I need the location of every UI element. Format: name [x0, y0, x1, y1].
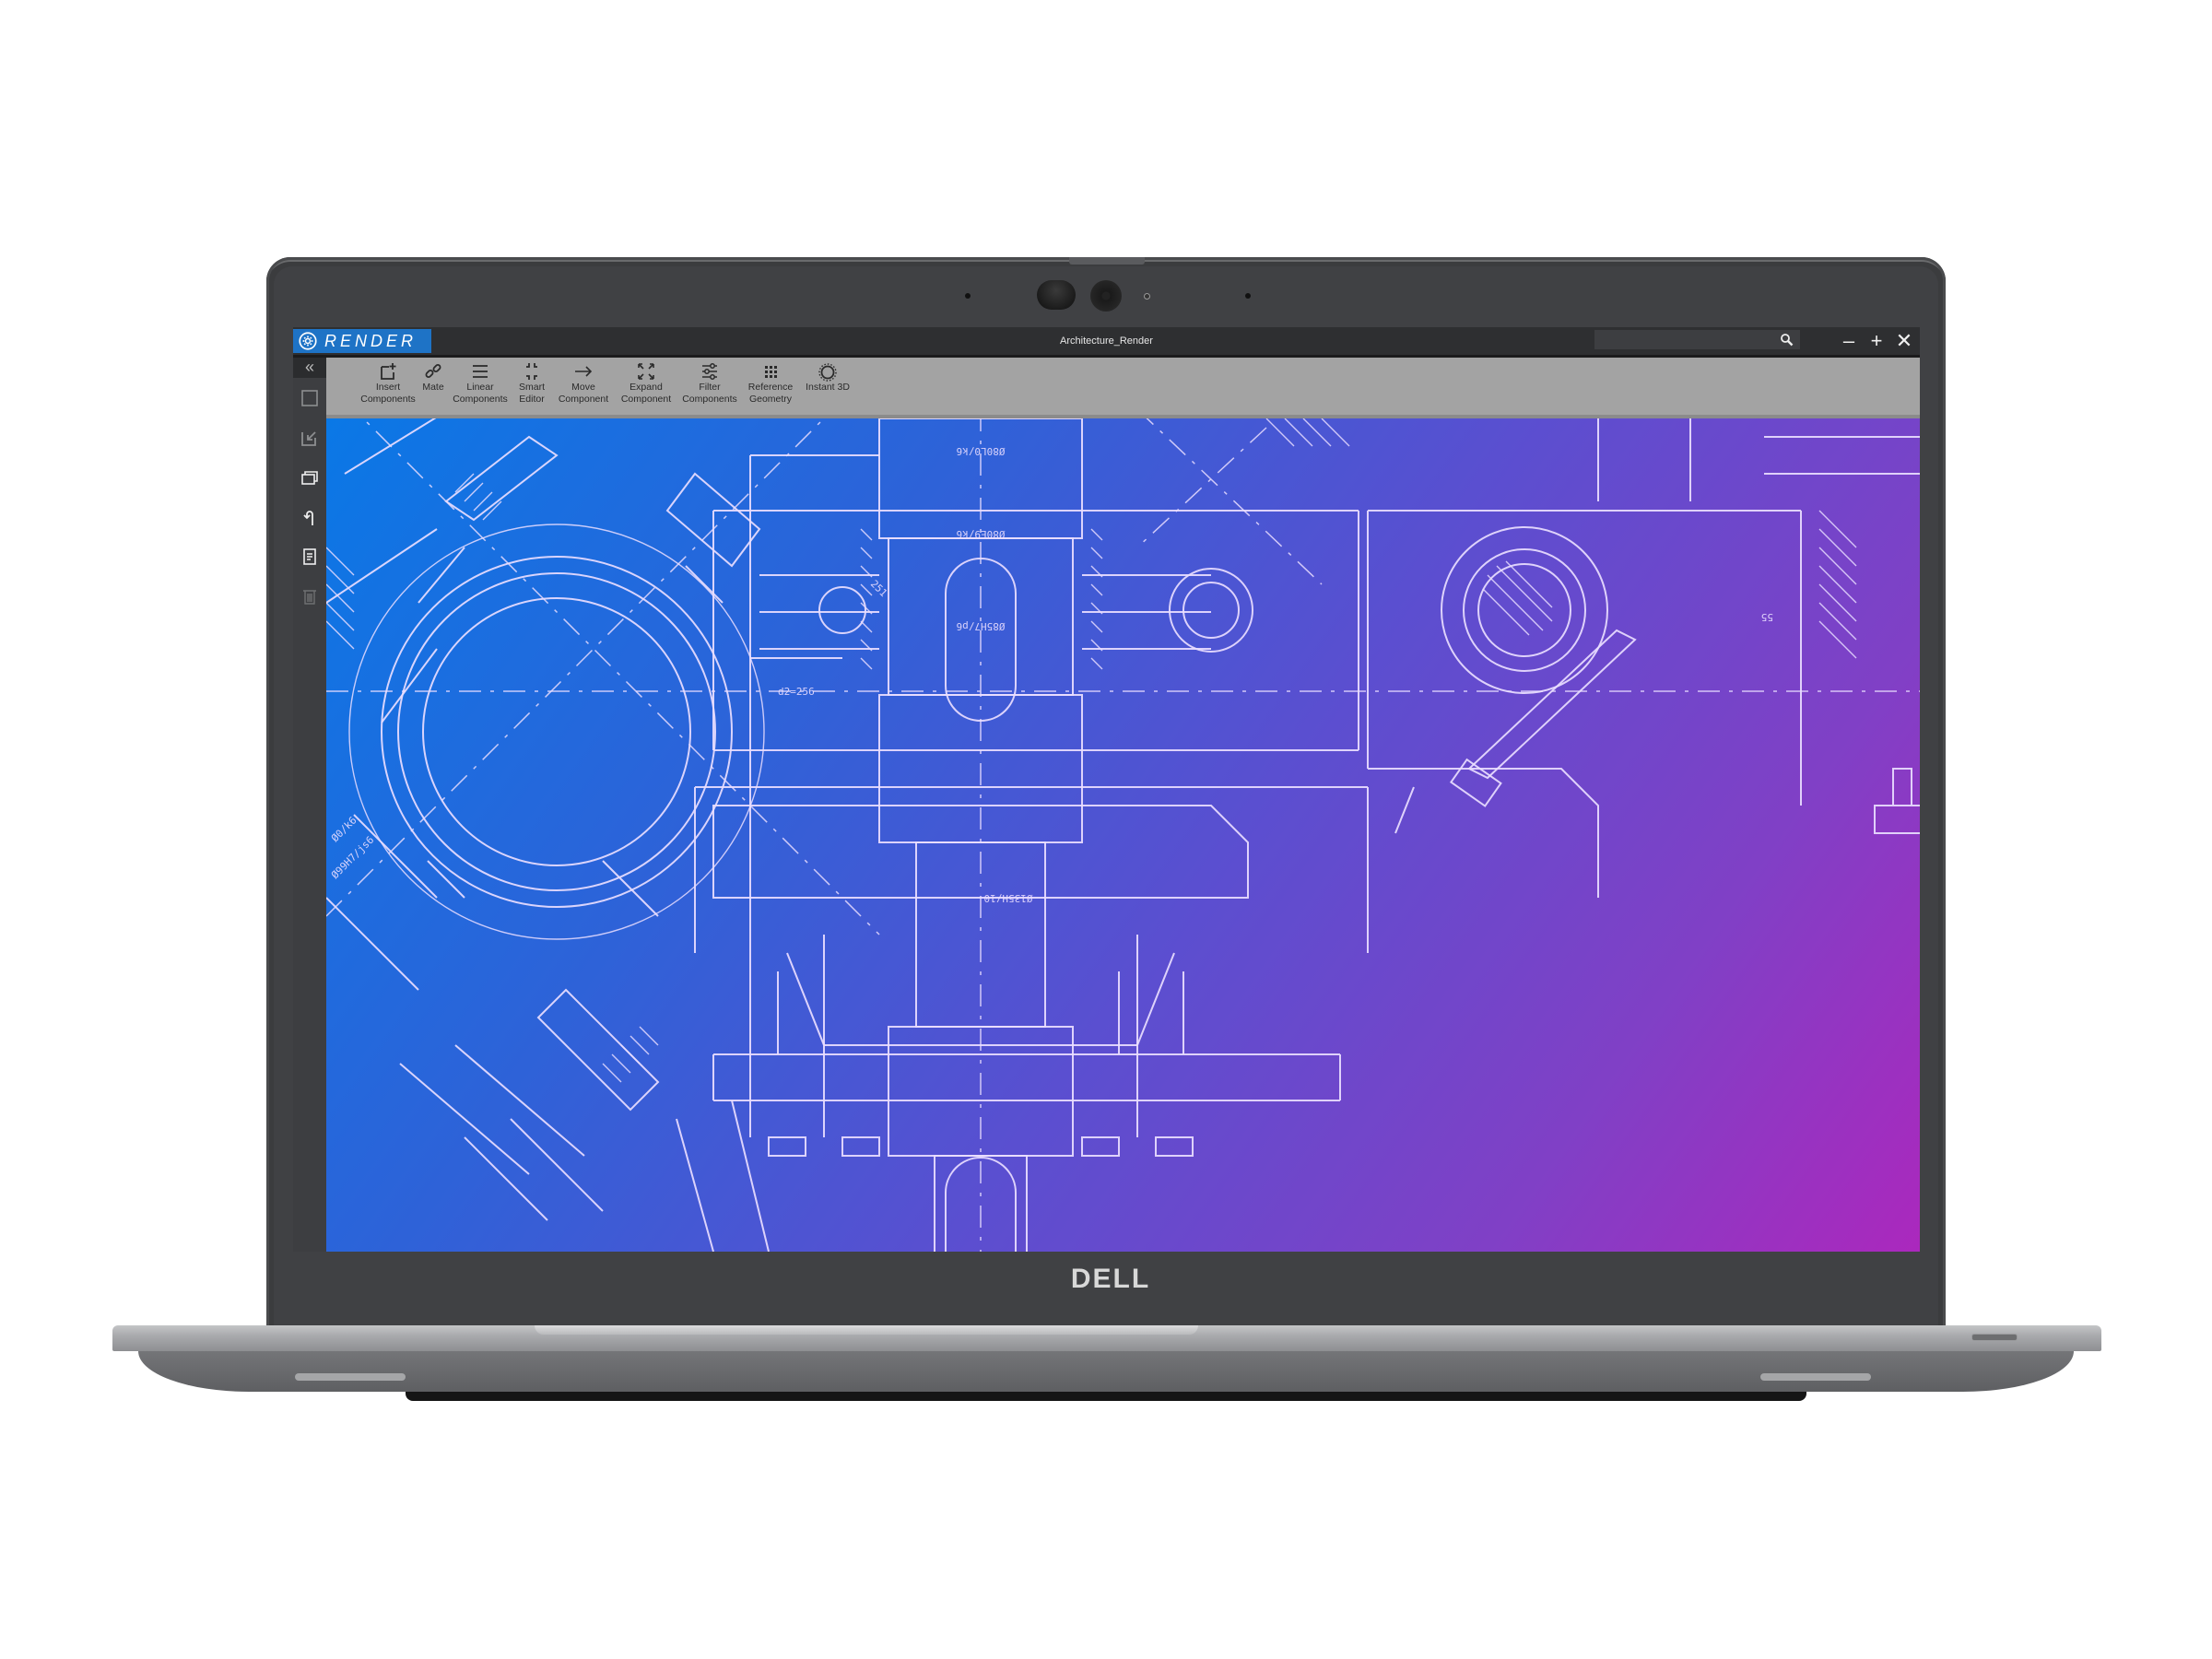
- linear-components-button[interactable]: Linear Components: [452, 358, 509, 406]
- square-icon: [301, 389, 318, 406]
- microphone-left: [965, 293, 971, 299]
- dell-logo: DELL: [1070, 1264, 1151, 1294]
- maximize-button[interactable]: +: [1865, 330, 1888, 352]
- insert-component-icon: [381, 363, 396, 380]
- gear-housing: [326, 418, 880, 1252]
- search-icon[interactable]: [1780, 333, 1794, 347]
- foot-right: [1760, 1373, 1871, 1381]
- annotation: Ø85H7/p6: [957, 620, 1006, 632]
- rail-select-button[interactable]: [293, 378, 326, 418]
- annotation: Ø135H/10: [984, 892, 1033, 904]
- trash-icon: [303, 589, 316, 605]
- rail-document-button[interactable]: [293, 536, 326, 576]
- reference-geometry-button[interactable]: Reference Geometry: [745, 358, 796, 406]
- expand-component-button[interactable]: Expand Component: [618, 358, 675, 406]
- arrow-right-icon: [575, 366, 593, 377]
- ir-camera: [1037, 280, 1076, 310]
- grid-dots-icon: [765, 366, 777, 378]
- annotation: d2=256: [778, 686, 815, 698]
- privacy-shutter: [1069, 257, 1145, 265]
- app-titlebar: RENDER Architecture_Render – + ✕: [293, 327, 1920, 358]
- annotation: 251: [868, 578, 889, 599]
- webcam: [1090, 280, 1122, 312]
- blueprint-drawing: Ø80L0/k6 Ø80E9/k6 Ø85H7/p6 Ø135H/10 d2=2…: [326, 418, 1920, 1252]
- linear-pattern-icon: [473, 365, 488, 378]
- rail-import-button[interactable]: [293, 418, 326, 457]
- camera-led: [1144, 293, 1150, 300]
- document-icon: [303, 547, 316, 565]
- search-input[interactable]: [1594, 330, 1785, 349]
- dimension-labels: Ø80L0/k6 Ø80E9/k6 Ø85H7/p6 Ø135H/10 d2=2…: [329, 445, 1773, 904]
- expand-icon: [638, 363, 654, 380]
- tool-rail: «: [293, 358, 327, 1252]
- microphone-right: [1245, 293, 1251, 299]
- move-component-button[interactable]: Move Component: [555, 358, 612, 406]
- undo-icon: [303, 510, 313, 525]
- instant-3d-button[interactable]: Instant 3D: [802, 358, 853, 394]
- insert-components-button[interactable]: Insert Components: [360, 358, 416, 406]
- mate-button[interactable]: Mate: [420, 358, 446, 394]
- layers-icon: [301, 470, 318, 485]
- right-housing: [818, 418, 1920, 898]
- filter-components-button[interactable]: Filter Components: [680, 358, 739, 406]
- foot-left: [295, 1373, 406, 1381]
- app-name: RENDER: [324, 331, 418, 350]
- shaft-assembly: [326, 418, 1920, 1252]
- laptop-base-lower: [138, 1351, 2074, 1392]
- blueprint-viewport[interactable]: Ø80L0/k6 Ø80E9/k6 Ø85H7/p6 Ø135H/10 d2=2…: [326, 418, 1920, 1252]
- annotation: 55: [1761, 611, 1773, 623]
- rail-undo-button[interactable]: [293, 497, 326, 536]
- status-led: [1971, 1334, 2018, 1341]
- annotation: Ø80E9/k6: [957, 528, 1006, 540]
- smart-editor-button[interactable]: Smart Editor: [514, 358, 549, 406]
- collapse-rail-button[interactable]: «: [293, 358, 326, 378]
- lid-opening-notch: [535, 1325, 1198, 1335]
- rail-windows-button[interactable]: [293, 457, 326, 497]
- annotation: Ø80L0/k6: [957, 445, 1006, 457]
- filter-sliders-icon: [702, 363, 717, 380]
- display-screen: RENDER Architecture_Render – + ✕ « Inser…: [293, 327, 1920, 1252]
- smart-editor-icon: [526, 363, 537, 380]
- app-brand[interactable]: RENDER: [293, 329, 431, 353]
- annotation: Ø0/k6: [329, 815, 359, 845]
- link-icon: [425, 364, 441, 378]
- rail-delete-button[interactable]: [293, 576, 326, 616]
- close-button[interactable]: ✕: [1893, 330, 1915, 352]
- search-box[interactable]: [1594, 330, 1800, 349]
- minimize-button[interactable]: –: [1838, 330, 1860, 352]
- gear-icon: [299, 332, 317, 350]
- instant-3d-icon: [818, 363, 837, 382]
- import-arrow-icon: [301, 430, 316, 446]
- ribbon-toolbar: Insert Components Mate Linear Components…: [326, 358, 1920, 418]
